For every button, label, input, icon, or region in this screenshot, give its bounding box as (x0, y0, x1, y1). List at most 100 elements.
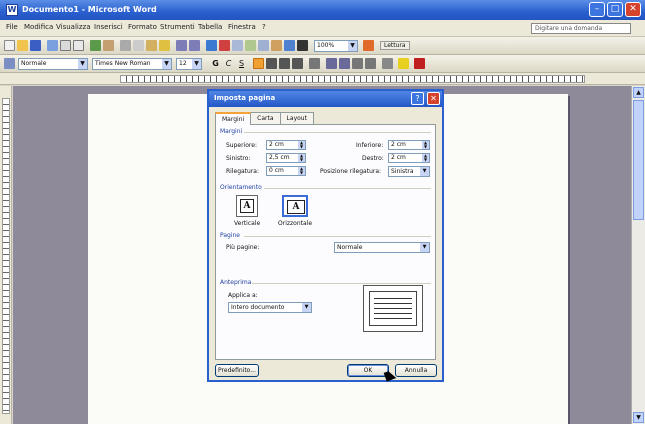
print-icon[interactable] (60, 40, 71, 51)
redo-icon[interactable] (189, 40, 200, 51)
window-controls: – □ ✕ (589, 2, 641, 17)
minimize-icon[interactable]: – (589, 2, 605, 17)
insert-excel-icon[interactable] (245, 40, 256, 51)
print-preview-icon[interactable] (73, 40, 84, 51)
font-size-select[interactable]: 12 ▼ (176, 58, 202, 70)
font-select[interactable]: Times New Roman ▼ (92, 58, 172, 70)
menu-strumenti[interactable]: Strumenti (160, 23, 195, 31)
sinistro-input[interactable]: 2,5 cm ▲ ▼ (266, 153, 306, 163)
applica-select[interactable]: Intero documento ▼ (228, 302, 312, 313)
line-spacing-icon[interactable] (309, 58, 320, 69)
formatting-toolbar: Normale ▼ Times New Roman ▼ 12 ▼ G C S (0, 55, 645, 73)
ok-button[interactable]: OK (347, 364, 389, 377)
scroll-down-icon[interactable]: ▼ (633, 412, 644, 423)
document-map-icon[interactable] (284, 40, 295, 51)
menu-formato[interactable]: Formato (128, 23, 157, 31)
numbering-icon[interactable] (326, 58, 337, 69)
menu-tabella[interactable]: Tabella (198, 23, 222, 31)
align-left-icon[interactable] (253, 58, 264, 69)
align-center-icon[interactable] (266, 58, 277, 69)
posizione-select[interactable]: Sinistra ▼ (388, 166, 430, 177)
format-painter-icon[interactable] (159, 40, 170, 51)
style-select[interactable]: Normale ▼ (18, 58, 88, 70)
undo-icon[interactable] (176, 40, 187, 51)
research-icon[interactable] (103, 40, 114, 51)
sinistro-label: Sinistro: (226, 155, 251, 162)
dialog-tabs: Margini Carta Layout (215, 112, 314, 125)
help-icon[interactable]: ? (411, 92, 424, 105)
chevron-down-icon: ▼ (162, 59, 171, 69)
horizontal-ruler[interactable] (0, 73, 645, 85)
show-hide-icon[interactable] (297, 40, 308, 51)
spinner-icon[interactable]: ▲ ▼ (298, 141, 305, 149)
increase-indent-icon[interactable] (365, 58, 376, 69)
italic-icon[interactable]: C (223, 58, 234, 69)
new-document-icon[interactable] (4, 40, 15, 51)
hyperlink-icon[interactable] (206, 40, 217, 51)
drawing-icon[interactable] (271, 40, 282, 51)
word-app-icon[interactable]: W (6, 4, 18, 16)
destro-input[interactable]: 2 cm ▲ ▼ (388, 153, 430, 163)
open-folder-icon[interactable] (17, 40, 28, 51)
decrease-indent-icon[interactable] (352, 58, 363, 69)
vertical-ruler[interactable] (0, 86, 12, 424)
align-right-icon[interactable] (279, 58, 290, 69)
tables-borders-icon[interactable] (219, 40, 230, 51)
menu-visualizza[interactable]: Visualizza (56, 23, 90, 31)
tab-margini[interactable]: Margini (215, 112, 252, 125)
spinner-icon[interactable]: ▲ ▼ (298, 154, 305, 162)
chevron-down-icon: ▼ (420, 167, 429, 176)
insert-table-icon[interactable] (232, 40, 243, 51)
bold-icon[interactable]: G (210, 58, 221, 69)
rilegatura-input[interactable]: 0 cm ▲ ▼ (266, 166, 306, 176)
page-setup-dialog: Imposta pagina ? ✕ Margini Carta Layout … (207, 89, 444, 382)
scroll-thumb[interactable] (633, 100, 644, 220)
menu-file[interactable]: File (6, 23, 18, 31)
chevron-down-icon: ▼ (302, 303, 311, 312)
vertical-scrollbar[interactable]: ▲ ▼ (631, 86, 645, 424)
read-button[interactable]: Lettura (380, 41, 410, 50)
inferiore-input[interactable]: 2 cm ▲ ▼ (388, 140, 430, 150)
spinner-icon[interactable]: ▲ ▼ (422, 141, 429, 149)
copy-icon[interactable] (133, 40, 144, 51)
close-icon[interactable]: ✕ (625, 2, 641, 17)
scroll-up-icon[interactable]: ▲ (633, 87, 644, 98)
default-button[interactable]: Predefinito... (215, 364, 259, 377)
save-icon[interactable] (30, 40, 41, 51)
spelling-icon[interactable] (90, 40, 101, 51)
bullets-icon[interactable] (339, 58, 350, 69)
styles-pane-icon[interactable] (4, 58, 15, 69)
applica-label: Applica a: (228, 292, 258, 299)
font-color-icon[interactable] (414, 58, 425, 69)
cut-icon[interactable] (120, 40, 131, 51)
portrait-option[interactable]: A (236, 195, 258, 217)
piu-pagine-select[interactable]: Normale ▼ (334, 242, 430, 253)
destro-label: Destro: (362, 155, 384, 162)
maximize-icon[interactable]: □ (607, 2, 623, 17)
tab-layout[interactable]: Layout (279, 112, 314, 124)
paste-icon[interactable] (146, 40, 157, 51)
help-icon[interactable] (363, 40, 374, 51)
menu-modifica[interactable]: Modifica (24, 23, 53, 31)
preview-line (374, 308, 412, 309)
close-icon[interactable]: ✕ (427, 92, 440, 105)
standard-toolbar: 100% ▼ Lettura (0, 37, 645, 55)
zoom-select[interactable]: 100% ▼ (314, 40, 358, 52)
underline-icon[interactable]: S (236, 58, 247, 69)
help-question-input[interactable]: Digitare una domanda (531, 23, 631, 34)
borders-icon[interactable] (382, 58, 393, 69)
columns-icon[interactable] (258, 40, 269, 51)
permission-icon[interactable] (47, 40, 58, 51)
inferiore-label: Inferiore: (356, 142, 384, 149)
highlight-icon[interactable] (398, 58, 409, 69)
superiore-input[interactable]: 2 cm ▲ ▼ (266, 140, 306, 150)
cancel-button[interactable]: Annulla (395, 364, 437, 377)
spinner-icon[interactable]: ▲ ▼ (298, 167, 305, 175)
justify-icon[interactable] (292, 58, 303, 69)
menu-inserisci[interactable]: Inserisci (94, 23, 123, 31)
menu-finestra[interactable]: Finestra (228, 23, 256, 31)
menu-help[interactable]: ? (262, 23, 266, 31)
tab-carta[interactable]: Carta (250, 112, 281, 124)
landscape-option[interactable]: A (282, 195, 308, 217)
spinner-icon[interactable]: ▲ ▼ (422, 154, 429, 162)
